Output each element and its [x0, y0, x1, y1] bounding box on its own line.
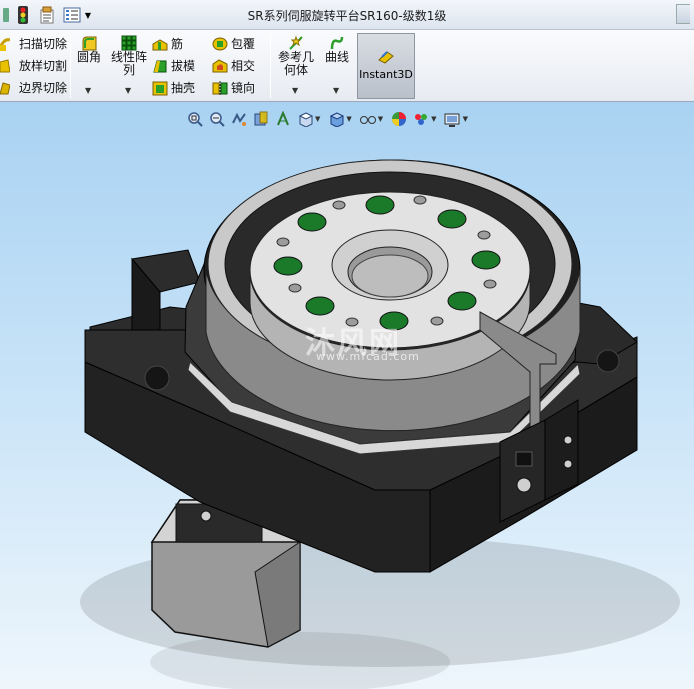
mirror-label: 镜向 — [231, 81, 256, 95]
wrap-label: 包覆 — [231, 37, 256, 51]
swept-cut-button[interactable]: 扫描切除 — [0, 35, 67, 52]
rotary-platform-model[interactable] — [0, 102, 694, 689]
boundary-cut-label: 边界切除 — [19, 81, 68, 95]
linear-pattern-dropdown-icon[interactable]: ▼ — [125, 86, 131, 95]
intersect-icon — [212, 58, 228, 74]
linear-pattern-label-line2: 列 — [122, 63, 135, 77]
rib-icon — [152, 36, 168, 52]
curves-dropdown-icon[interactable]: ▼ — [333, 86, 339, 95]
window-title: SR系列伺服旋转平台SR160-级数1级 — [247, 9, 447, 23]
mirror-button[interactable]: 镜向 — [212, 79, 255, 96]
boundary-cut-icon — [0, 80, 16, 96]
rib-button[interactable]: 筋 — [152, 35, 183, 52]
fillet-icon — [81, 35, 97, 51]
swept-cut-label: 扫描切除 — [19, 37, 68, 51]
wrap-button[interactable]: 包覆 — [212, 35, 255, 52]
title-bar: ▼ SR系列伺服旋转平台SR160-级数1级 — [0, 0, 694, 30]
draft-label: 拔模 — [171, 59, 196, 73]
shell-icon — [152, 80, 168, 96]
lofted-cut-icon — [0, 58, 16, 74]
reference-geometry-label-line2: 何体 — [283, 63, 308, 77]
shell-label: 抽壳 — [171, 81, 196, 95]
intersect-label: 相交 — [231, 59, 256, 73]
intersect-button[interactable]: 相交 — [212, 57, 255, 74]
boundary-cut-button[interactable]: 边界切除 — [0, 79, 67, 96]
linear-pattern-button[interactable]: 线性阵 列 — [108, 35, 150, 77]
shell-button[interactable]: 抽壳 — [152, 79, 195, 96]
graphics-viewport[interactable]: ▼ ▼ ▼ ▼ ▼ 沐风网 www.mfcad.com — [0, 102, 694, 689]
ribbon-separator — [70, 34, 71, 98]
window-control-edge[interactable] — [676, 4, 690, 24]
wrap-icon — [212, 36, 228, 52]
swept-cut-icon — [0, 36, 16, 52]
reference-geometry-button[interactable]: 参考几 何体 — [275, 35, 317, 77]
command-manager-ribbon: 扫描切除 放样切割 边界切除 圆角 ▼ 线性阵 列 ▼ 筋 拔模 抽壳 包覆 相… — [0, 30, 694, 102]
reference-geometry-icon — [288, 35, 304, 51]
fillet-button[interactable]: 圆角 — [74, 35, 104, 64]
curves-button[interactable]: 曲线 — [320, 35, 354, 64]
linear-pattern-icon — [121, 35, 137, 51]
instant3d-button[interactable]: Instant3D — [357, 33, 415, 99]
fillet-label: 圆角 — [76, 50, 101, 64]
ribbon-separator — [270, 34, 271, 98]
mirror-icon — [212, 80, 228, 96]
curves-icon — [329, 35, 345, 51]
fillet-dropdown-icon[interactable]: ▼ — [85, 86, 91, 95]
instant3d-icon — [378, 48, 394, 64]
draft-icon — [152, 58, 168, 74]
instant3d-label: Instant3D — [359, 68, 413, 81]
rib-label: 筋 — [171, 37, 184, 51]
draft-button[interactable]: 拔模 — [152, 57, 195, 74]
lofted-cut-label: 放样切割 — [19, 59, 68, 73]
watermark-url: www.mfcad.com — [316, 350, 420, 363]
curves-label: 曲线 — [324, 50, 349, 64]
lofted-cut-button[interactable]: 放样切割 — [0, 57, 67, 74]
reference-geometry-dropdown-icon[interactable]: ▼ — [292, 86, 298, 95]
